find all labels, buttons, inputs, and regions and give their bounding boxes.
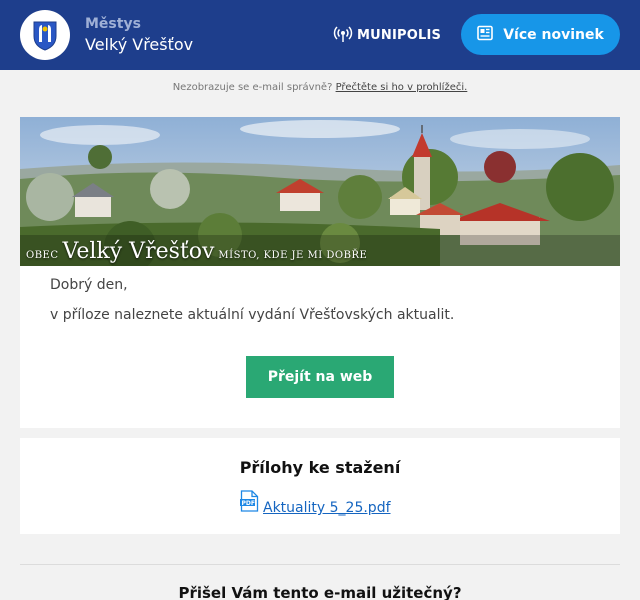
- greeting-text: Dobrý den,: [50, 277, 128, 293]
- munipolis-brand[interactable]: MUNIPOLIS: [333, 25, 441, 45]
- intro-text: v příloze naleznete aktuální vydání Vřeš…: [50, 307, 455, 323]
- banner-caption-motto: MÍSTO, KDE JE MI DOBŘE: [218, 250, 368, 261]
- munipolis-label: MUNIPOLIS: [357, 27, 442, 43]
- newspaper-icon: [477, 25, 494, 45]
- pdf-file-icon: PDF: [240, 490, 259, 516]
- main-message-card: OBEC Velký Vřešťov MÍSTO, KDE JE MI DOBŘE …: [20, 117, 620, 428]
- banner-caption-name: Velký Vřešťov: [62, 239, 215, 264]
- more-news-button[interactable]: Více novinek: [461, 14, 620, 55]
- more-news-label: Více novinek: [503, 26, 604, 43]
- banner-caption-prefix: OBEC: [26, 250, 59, 261]
- section-divider: [20, 564, 620, 565]
- attachments-card: Přílohy ke stažení PDF Aktuality 5_25.pd…: [20, 438, 620, 534]
- browser-view-text: Nezobrazuje se e-mail správně?: [172, 82, 333, 93]
- attachments-title: Přílohy ke stažení: [239, 458, 401, 477]
- broadcast-icon: [333, 23, 353, 47]
- village-banner-image: OBEC Velký Vřešťov MÍSTO, KDE JE MI DOBŘE: [20, 117, 620, 266]
- go-to-web-button[interactable]: Přejít na web: [246, 356, 394, 398]
- attachment-filename[interactable]: Aktuality 5_25.pdf: [263, 500, 391, 516]
- banner-caption: OBEC Velký Vřešťov MÍSTO, KDE JE MI DOBŘE: [26, 239, 367, 264]
- municipality-type: Městys: [85, 16, 141, 32]
- municipality-name: Velký Vřešťov: [85, 35, 194, 54]
- browser-view-note: Nezobrazuje se e-mail správně? Přečtěte …: [0, 82, 640, 93]
- attachment-item[interactable]: PDF Aktuality 5_25.pdf: [240, 490, 391, 516]
- header-bar: Městys Velký Vřešťov MUNIPOLIS Více novi…: [0, 0, 640, 70]
- svg-text:PDF: PDF: [242, 500, 255, 507]
- feedback-question: Přišel Vám tento e-mail užitečný?: [178, 584, 462, 600]
- browser-view-link[interactable]: Přečtěte si ho v prohlížeči.: [336, 82, 468, 93]
- municipal-crest-icon[interactable]: [20, 10, 70, 60]
